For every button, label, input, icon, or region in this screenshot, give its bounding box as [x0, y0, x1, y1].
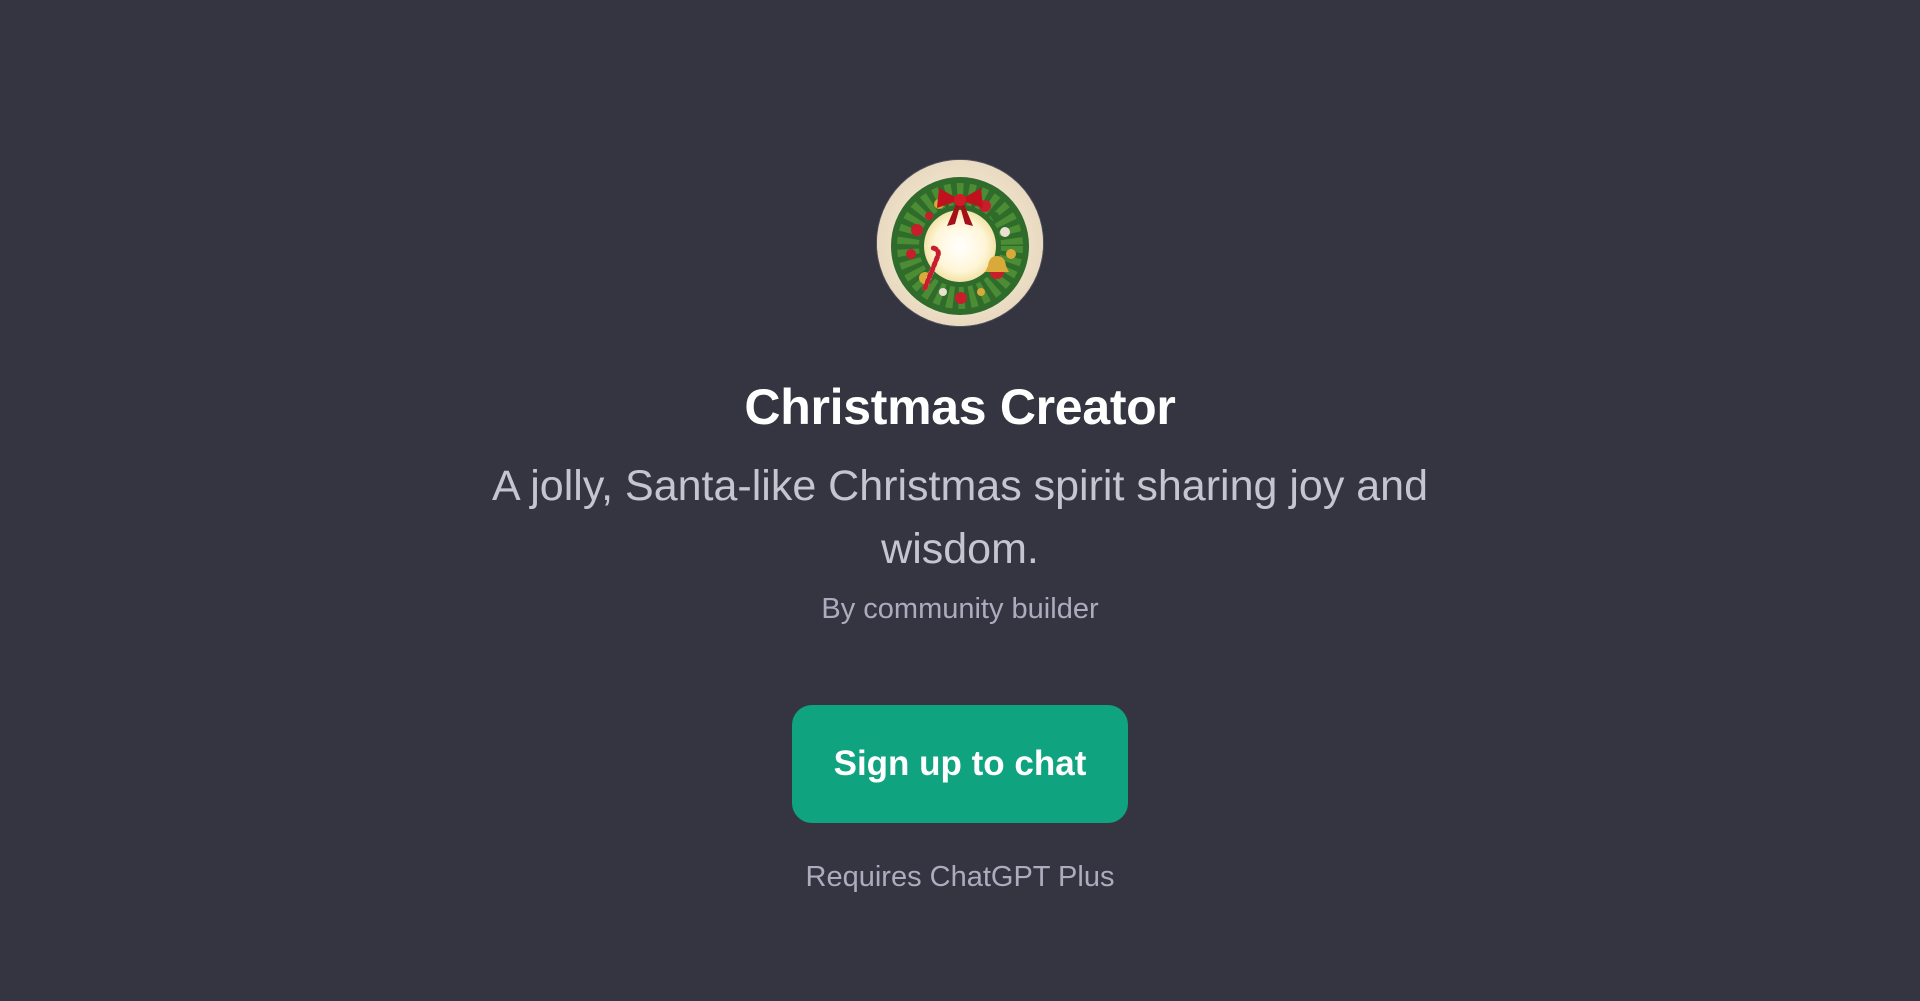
gpt-description: A jolly, Santa-like Christmas spirit sha…: [491, 462, 1429, 573]
gpt-byline: By community builder: [821, 593, 1099, 625]
sign-up-to-chat-button[interactable]: Sign up to chat: [792, 704, 1128, 823]
gpt-avatar: [877, 160, 1043, 326]
plan-requirement-note: Requires ChatGPT Plus: [805, 860, 1115, 893]
christmas-wreath-icon: [877, 160, 1043, 326]
gpt-landing-page: Christmas Creator A jolly, Santa-like Ch…: [0, 0, 1920, 1001]
gpt-title: Christmas Creator: [744, 379, 1176, 435]
